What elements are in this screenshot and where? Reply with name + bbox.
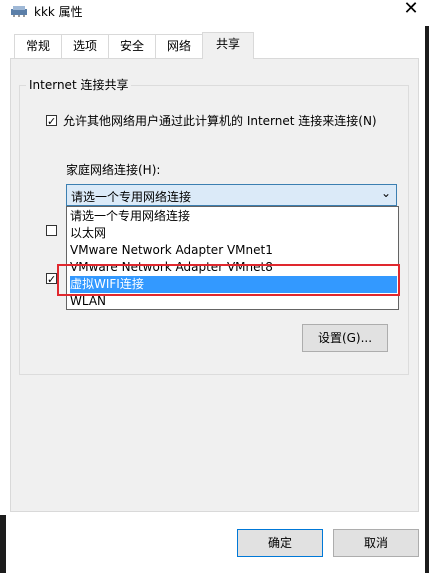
settings-button[interactable]: 设置(G)...: [302, 324, 388, 352]
background-edge-bottom: [0, 515, 6, 573]
combo-value: 请选一个专用网络连接: [71, 190, 192, 204]
dropdown-option[interactable]: VMware Network Adapter VMnet1: [70, 242, 397, 259]
home-network-combo[interactable]: 请选一个专用网络连接 ⌄: [66, 184, 397, 206]
tab-label: 选项: [72, 39, 97, 53]
chevron-down-icon: ⌄: [380, 186, 391, 200]
ics-group-title: Internet 连接共享: [26, 76, 132, 93]
dropdown-option[interactable]: 请选一个专用网络连接: [70, 208, 397, 225]
allow-sharing-checkbox[interactable]: ✓: [46, 115, 57, 128]
tab-options[interactable]: 选项: [61, 34, 109, 58]
tab-label: 安全: [119, 39, 144, 53]
second-checkbox[interactable]: [46, 225, 57, 236]
third-checkbox[interactable]: ✓: [46, 273, 57, 286]
tab-sharing[interactable]: 共享: [202, 32, 254, 59]
tab-general[interactable]: 常规: [14, 34, 62, 58]
annotation-highlight-box: [57, 264, 400, 296]
checkmark-icon: ✓: [47, 273, 57, 286]
tab-label: 常规: [25, 39, 50, 53]
dropdown-option[interactable]: 以太网: [70, 225, 397, 242]
checkmark-icon: ✓: [47, 115, 57, 128]
allow-sharing-label: 允许其他网络用户通过此计算机的 Internet 连接来连接(N): [63, 114, 377, 128]
background-edge-right: [425, 0, 429, 573]
tab-label: 共享: [215, 37, 240, 51]
tab-security[interactable]: 安全: [108, 34, 156, 58]
network-icon: [11, 6, 27, 17]
tab-label: 网络: [166, 39, 191, 53]
tab-network[interactable]: 网络: [155, 34, 203, 58]
cancel-button[interactable]: 取消: [333, 529, 419, 557]
close-icon[interactable]: ✕: [401, 0, 421, 20]
home-network-label: 家庭网络连接(H):: [66, 163, 161, 177]
ok-button[interactable]: 确定: [237, 529, 323, 557]
window-title: kkk 属性: [34, 5, 83, 19]
